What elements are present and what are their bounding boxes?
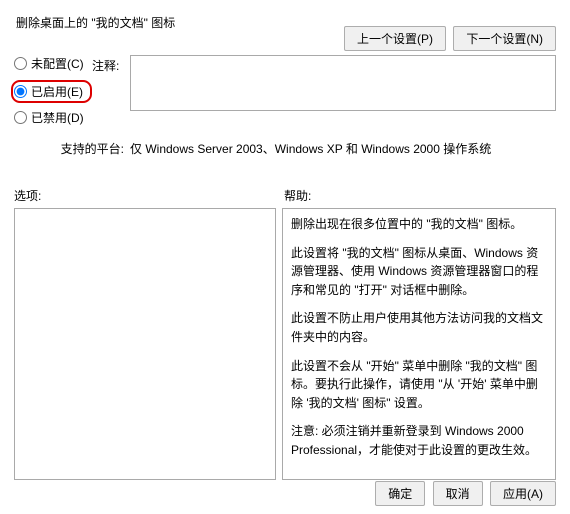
options-label: 选项:	[14, 187, 284, 204]
radio-not-configured-label: 未配置(C)	[31, 55, 84, 72]
radio-disabled-label: 已禁用(D)	[31, 109, 84, 126]
help-paragraph: 此设置不防止用户使用其他方法访问我的文档文件夹中的内容。	[291, 309, 547, 346]
prev-setting-button[interactable]: 上一个设置(P)	[344, 26, 446, 51]
help-paragraph: 此设置将 "我的文档" 图标从桌面、Windows 资源管理器、使用 Windo…	[291, 244, 547, 300]
supported-on-label: 支持的平台:	[14, 140, 130, 157]
radio-not-configured[interactable]: 未配置(C)	[14, 55, 92, 72]
policy-dialog: 删除桌面上的 "我的文档" 图标 上一个设置(P) 下一个设置(N) 未配置(C…	[0, 0, 570, 514]
radio-disabled-input[interactable]	[14, 111, 27, 124]
dialog-footer: 确定 取消 应用(A)	[371, 481, 556, 506]
radio-not-configured-input[interactable]	[14, 57, 27, 70]
cancel-button[interactable]: 取消	[433, 481, 483, 506]
next-setting-button[interactable]: 下一个设置(N)	[453, 26, 556, 51]
radio-disabled[interactable]: 已禁用(D)	[14, 109, 92, 126]
options-pane	[14, 208, 276, 480]
ok-button[interactable]: 确定	[375, 481, 425, 506]
help-pane: 删除出现在很多位置中的 "我的文档" 图标。 此设置将 "我的文档" 图标从桌面…	[282, 208, 556, 480]
comment-label: 注释:	[92, 55, 130, 74]
supported-on-text: 仅 Windows Server 2003、Windows XP 和 Windo…	[130, 140, 556, 157]
state-radio-group: 未配置(C) 已启用(E) 已禁用(D)	[14, 55, 92, 134]
help-label: 帮助:	[284, 187, 311, 204]
help-paragraph: 注意: 必须注销并重新登录到 Windows 2000 Professional…	[291, 422, 547, 459]
radio-enabled-label: 已启用(E)	[31, 83, 83, 100]
help-paragraph: 此设置不会从 "开始" 菜单中删除 "我的文档" 图标。要执行此操作，请使用 "…	[291, 357, 547, 413]
radio-enabled[interactable]: 已启用(E)	[11, 80, 92, 103]
help-paragraph: 删除出现在很多位置中的 "我的文档" 图标。	[291, 215, 547, 234]
nav-buttons: 上一个设置(P) 下一个设置(N)	[340, 26, 556, 51]
apply-button[interactable]: 应用(A)	[490, 481, 556, 506]
radio-enabled-input[interactable]	[14, 85, 27, 98]
comment-textarea[interactable]	[130, 55, 556, 111]
